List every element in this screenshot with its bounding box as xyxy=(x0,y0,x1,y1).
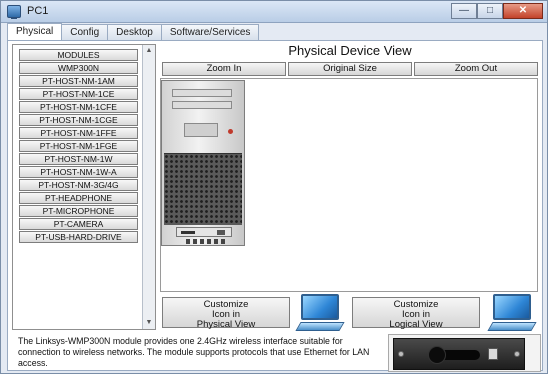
module-item-nm-1w[interactable]: PT-HOST-NM-1W xyxy=(19,153,138,165)
customize-physical-button[interactable]: Customize Icon in Physical View xyxy=(162,297,290,330)
pc-tower-image[interactable] xyxy=(161,80,245,246)
monitor-icon xyxy=(487,294,537,332)
scroll-up-icon[interactable]: ▲ xyxy=(144,46,154,56)
module-list-scrollbar[interactable]: ▲ ▼ xyxy=(142,45,155,329)
port-icon xyxy=(488,348,498,360)
monitor-icon xyxy=(295,294,345,332)
module-item-nm-1w-a[interactable]: PT-HOST-NM-1W-A xyxy=(19,166,138,178)
screw-icon xyxy=(514,351,520,357)
antenna-icon xyxy=(440,350,480,360)
module-item-wmp300n[interactable]: WMP300N xyxy=(19,62,138,74)
pc-icon xyxy=(7,5,21,19)
optical-drive xyxy=(172,101,232,109)
module-list: MODULES WMP300N PT-HOST-NM-1AM PT-HOST-N… xyxy=(12,44,156,330)
screw-icon xyxy=(398,351,404,357)
physical-device-view-title: Physical Device View xyxy=(288,43,412,58)
module-item-nm-1cfe[interactable]: PT-HOST-NM-1CFE xyxy=(19,101,138,113)
pc-grille xyxy=(164,153,242,225)
optical-drive xyxy=(172,89,232,97)
zoom-out-button[interactable]: Zoom Out xyxy=(414,62,538,76)
module-item-nm-1fge[interactable]: PT-HOST-NM-1FGE xyxy=(19,140,138,152)
module-item-nm-1ce[interactable]: PT-HOST-NM-1CE xyxy=(19,88,138,100)
minimize-button[interactable]: — xyxy=(451,3,477,19)
module-item-headphone[interactable]: PT-HEADPHONE xyxy=(19,192,138,204)
module-description: The Linksys-WMP300N module provides one … xyxy=(18,336,370,368)
scroll-down-icon[interactable]: ▼ xyxy=(144,318,154,328)
tab-config[interactable]: Config xyxy=(61,24,109,40)
floppy-drive xyxy=(184,123,218,137)
module-item-nm-1cge[interactable]: PT-HOST-NM-1CGE xyxy=(19,114,138,126)
tab-bar: Physical Config Desktop Software/Service… xyxy=(7,23,260,41)
maximize-button[interactable]: □ xyxy=(477,3,503,19)
module-item-camera[interactable]: PT-CAMERA xyxy=(19,218,138,230)
power-led-icon xyxy=(228,129,233,134)
module-item-usb-hard-drive[interactable]: PT-USB-HARD-DRIVE xyxy=(19,231,138,243)
wireless-card-image xyxy=(388,334,541,372)
title-bar[interactable]: PC1 — □ ✕ xyxy=(1,1,547,23)
tab-physical[interactable]: Physical xyxy=(7,23,63,41)
module-faceplate xyxy=(393,338,525,370)
original-size-button[interactable]: Original Size xyxy=(288,62,412,76)
module-item-nm-3g-4g[interactable]: PT-HOST-NM-3G/4G xyxy=(19,179,138,191)
tab-software-services[interactable]: Software/Services xyxy=(160,24,260,40)
customize-logical-button[interactable]: Customize Icon in Logical View xyxy=(352,297,480,330)
module-header[interactable]: MODULES xyxy=(19,49,138,61)
close-button[interactable]: ✕ xyxy=(503,3,543,19)
module-item-nm-1am[interactable]: PT-HOST-NM-1AM xyxy=(19,75,138,87)
port-row xyxy=(186,239,226,244)
module-item-microphone[interactable]: PT-MICROPHONE xyxy=(19,205,138,217)
zoom-in-button[interactable]: Zoom In xyxy=(162,62,286,76)
module-item-nm-1ffe[interactable]: PT-HOST-NM-1FFE xyxy=(19,127,138,139)
tab-desktop[interactable]: Desktop xyxy=(107,24,162,40)
window-title: PC1 xyxy=(27,5,49,17)
module-slot[interactable] xyxy=(176,227,232,237)
